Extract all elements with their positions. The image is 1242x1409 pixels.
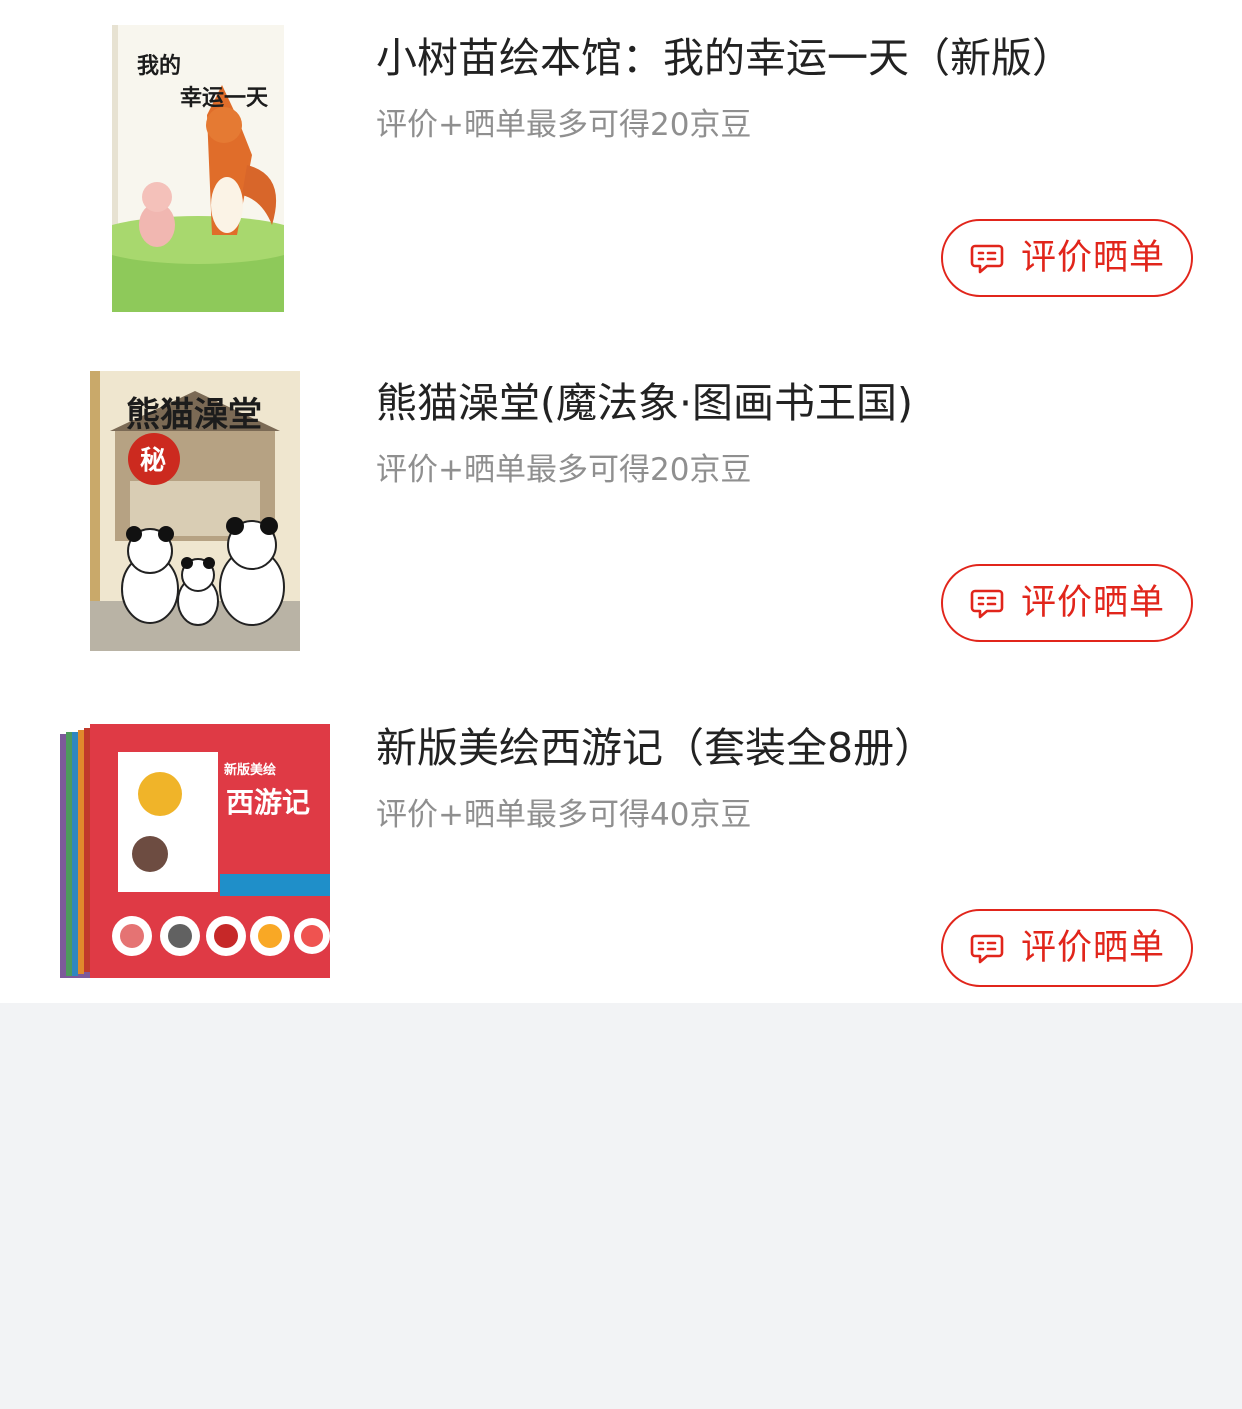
chat-bubble-icon [970,589,1004,619]
empty-background-area [0,1003,1242,1409]
order-item: 新版美绘 西游记 新版美绘西游记（套装全8册） 评价+晒单最多可得40京豆 评价… [0,690,1242,1010]
review-and-share-button[interactable]: 评价晒单 [941,909,1193,987]
review-button-label: 评价晒单 [1020,238,1165,278]
reward-hint: 评价+晒单最多可得20京豆 [376,107,752,143]
product-title[interactable]: 小树苗绘本馆：我的幸运一天（新版） [376,32,1216,84]
cover-badge-text: 秘 [140,445,166,476]
review-button-label: 评价晒单 [1020,928,1165,968]
product-title[interactable]: 熊猫澡堂(魔法象·图画书王国) [376,377,1216,429]
book-box-journey-west: 新版美绘 西游记 [60,724,330,978]
chat-bubble-icon [970,934,1004,964]
product-image[interactable]: 我的 幸运一天 [112,25,284,312]
review-and-share-button[interactable]: 评价晒单 [941,219,1193,297]
book-cover-lucky-day: 我的 幸运一天 [112,25,284,312]
order-item: 我的 幸运一天 小树苗绘本馆：我的幸运一天（新版） 评价+晒单最多可得20京豆 … [0,0,1242,320]
review-and-share-button[interactable]: 评价晒单 [941,564,1193,642]
product-image[interactable]: 秘 熊猫澡堂 [90,371,300,651]
cover-title-line2: 幸运一天 [180,85,269,111]
product-title[interactable]: 新版美绘西游记（套装全8册） [376,722,1216,774]
chat-bubble-icon [970,244,1004,274]
reward-hint: 评价+晒单最多可得20京豆 [376,452,752,488]
cover-title: 熊猫澡堂 [126,395,262,435]
product-image[interactable]: 新版美绘 西游记 [60,724,330,978]
cover-title-line1: 我的 [137,53,181,79]
order-item: 秘 熊猫澡堂 熊猫澡堂(魔法象·图画书王国) 评价+晒单最多可得20京豆 评价晒… [0,345,1242,665]
cover-series-label: 新版美绘 [224,762,276,778]
review-button-label: 评价晒单 [1020,583,1165,623]
cover-title: 西游记 [226,786,310,819]
product-review-list: 我的 幸运一天 小树苗绘本馆：我的幸运一天（新版） 评价+晒单最多可得20京豆 … [0,0,1242,1003]
reward-hint: 评价+晒单最多可得40京豆 [376,797,752,833]
book-cover-panda-bath: 秘 熊猫澡堂 [90,371,300,651]
